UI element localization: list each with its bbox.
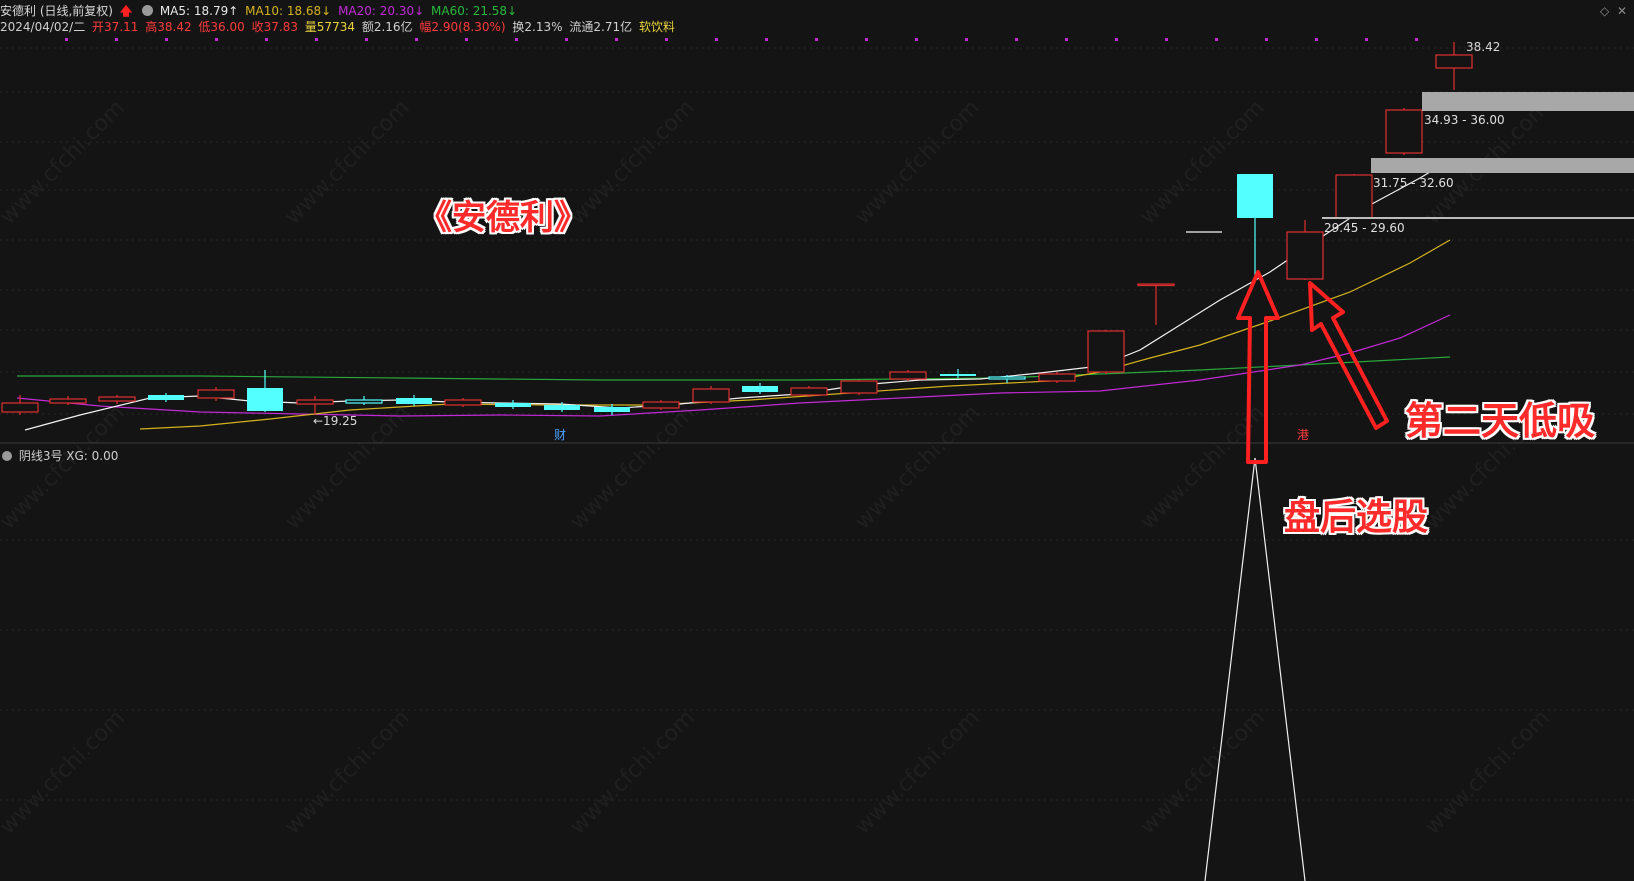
zone-label-1: 34.93 - 36.00: [1424, 113, 1505, 127]
period-tick: [1415, 38, 1418, 41]
candle-up[interactable]: [889, 371, 927, 380]
period-tick: [65, 38, 68, 41]
candle-down[interactable]: [247, 388, 283, 411]
candle-up[interactable]: [692, 388, 730, 403]
period-tick: [215, 38, 218, 41]
period-tick: [565, 38, 568, 41]
candle-up[interactable]: [790, 387, 828, 396]
resistance-zone-2: [1371, 158, 1634, 173]
stock-title-annotation: 《安德利》: [418, 198, 588, 238]
candle-up[interactable]: [1435, 54, 1473, 69]
marker-hk[interactable]: 港: [1297, 426, 1309, 443]
period-tick: [1265, 38, 1268, 41]
candlestick-chart: [0, 38, 1634, 881]
period-tick: [615, 38, 618, 41]
zone-label-3: 29.45 - 29.60: [1324, 221, 1405, 235]
candle-down[interactable]: [148, 395, 184, 400]
zone-label-2: 31.75 - 32.60: [1373, 176, 1454, 190]
period-tick: [515, 38, 518, 41]
period-tick: [1365, 38, 1368, 41]
period-tick: [265, 38, 268, 41]
period-tick: [665, 38, 668, 41]
resistance-zone-1: [1422, 92, 1634, 111]
period-tick: [115, 38, 118, 41]
candle-up[interactable]: [49, 398, 87, 404]
period-tick: [365, 38, 368, 41]
indicator-header: 阴线3号 XG: 0.00: [0, 448, 118, 464]
period-tick: [815, 38, 818, 41]
period-tick: [415, 38, 418, 41]
period-tick: [315, 38, 318, 41]
candle-down[interactable]: [940, 374, 976, 376]
period-tick: [1315, 38, 1318, 41]
candle-up[interactable]: [1137, 283, 1175, 287]
candle-down[interactable]: [544, 405, 580, 410]
indicator-label: 阴线3号 XG: 0.00: [18, 449, 119, 463]
period-tick: [1065, 38, 1068, 41]
ma10-line: [139, 239, 1451, 430]
period-tick: [1165, 38, 1168, 41]
candle-down[interactable]: [594, 407, 630, 412]
low-price-label: ←19.25: [313, 414, 358, 428]
candle-down[interactable]: [1237, 174, 1273, 218]
high-price-label: 38.42: [1466, 40, 1501, 54]
period-tick: [965, 38, 968, 41]
candle-down[interactable]: [742, 386, 778, 392]
candle-up[interactable]: [1385, 109, 1423, 154]
period-tick: [915, 38, 918, 41]
ma5-line: [24, 159, 1451, 431]
candle-down[interactable]: [396, 398, 432, 404]
period-tick: [1115, 38, 1118, 41]
period-tick: [765, 38, 768, 41]
stock-chart-window: www.cfchi.com www.cfchi.com www.cfchi.com w…: [0, 0, 1634, 881]
post-market-annotation: 盘后选股: [1284, 497, 1429, 538]
period-tick: [165, 38, 168, 41]
period-tick: [715, 38, 718, 41]
candle-down[interactable]: [495, 403, 531, 407]
candle-up[interactable]: [444, 399, 482, 406]
candle-down[interactable]: [988, 376, 1026, 380]
marker-finance[interactable]: 财: [554, 426, 566, 443]
candle-up[interactable]: [642, 401, 680, 409]
candle-up[interactable]: [1, 402, 39, 413]
candle-up[interactable]: [1087, 330, 1125, 373]
period-tick: [1215, 38, 1218, 41]
arrow-diagonal-icon: [1308, 281, 1389, 430]
candle-up[interactable]: [296, 399, 334, 405]
candle-up[interactable]: [197, 389, 235, 399]
second-day-annotation: 第二天低吸: [1405, 399, 1596, 443]
period-tick: [465, 38, 468, 41]
ma60-line: [17, 356, 1451, 381]
indicator-dropdown-icon[interactable]: [2, 451, 12, 461]
candle-up[interactable]: [1286, 231, 1324, 280]
candle-up[interactable]: [1038, 373, 1076, 382]
candle-down[interactable]: [345, 399, 383, 404]
candle-up[interactable]: [840, 380, 878, 394]
period-tick: [865, 38, 868, 41]
candle-up[interactable]: [98, 396, 136, 402]
candle-up[interactable]: [1335, 174, 1373, 219]
candles-layer: [1, 42, 1473, 415]
period-tick: [1015, 38, 1018, 41]
